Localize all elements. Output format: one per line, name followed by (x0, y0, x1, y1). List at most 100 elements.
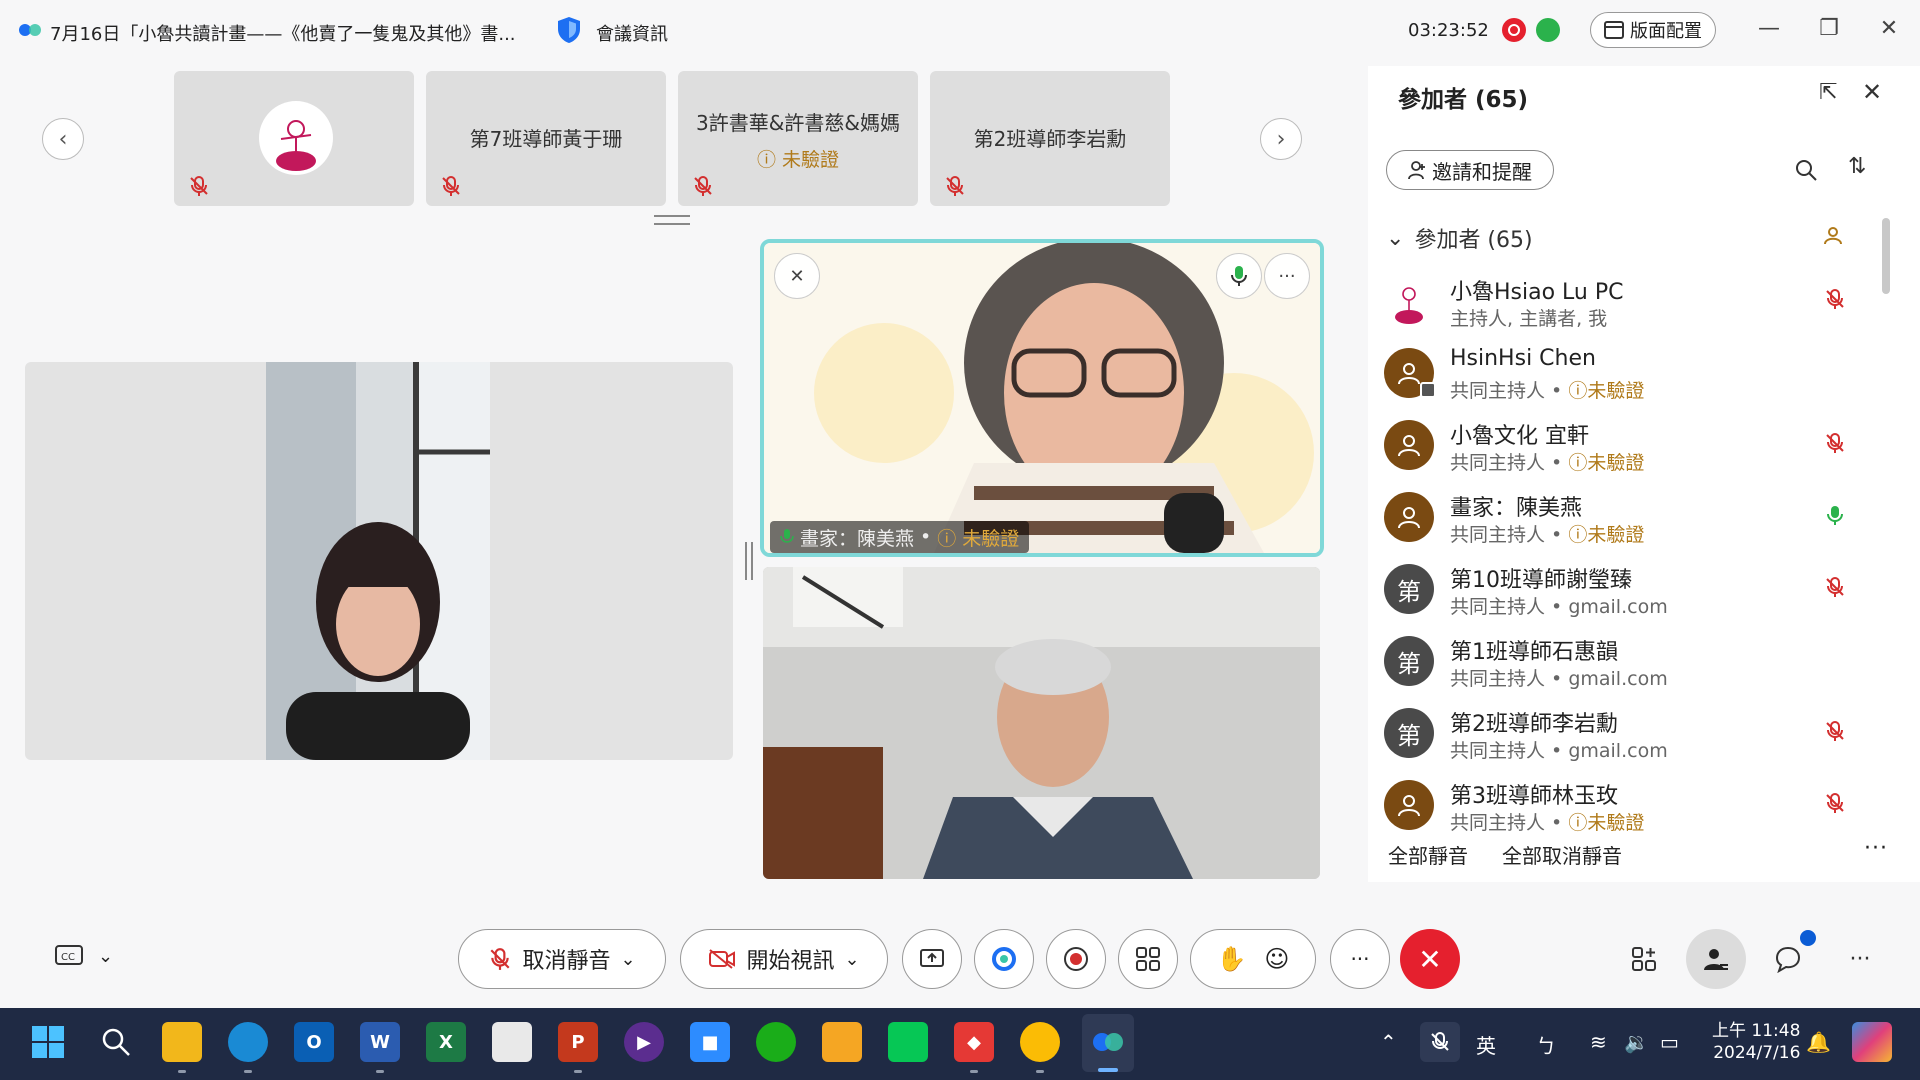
minimize-icon[interactable]: — (1754, 14, 1784, 44)
close-panel-icon[interactable]: ✕ (1862, 78, 1882, 106)
filmstrip-next-button[interactable]: › (1260, 118, 1302, 160)
popout-icon[interactable]: ⇱ (1819, 80, 1837, 105)
participant-role-label: 共同主持人 (1450, 740, 1546, 762)
restore-icon[interactable]: ❐ (1814, 14, 1844, 44)
thumb-name: 第2班導師李岩勳 (973, 127, 1127, 151)
network-signal-icon[interactable] (1536, 18, 1560, 42)
mic-muted-icon (442, 176, 460, 196)
reactions-button[interactable]: ✋ ☺ (1190, 929, 1316, 989)
ai-assistant-button[interactable] (974, 929, 1034, 989)
more-options-button[interactable]: ··· (1330, 929, 1390, 989)
ime-language[interactable]: 英 (1476, 1030, 1496, 1059)
unverified-icon: ⓘ (937, 527, 957, 550)
meeting-info-link[interactable]: 會議資訊 (596, 20, 668, 46)
snipping-tool-icon[interactable] (492, 1022, 532, 1062)
copilot-icon[interactable] (1852, 1022, 1892, 1062)
unmute-button[interactable]: 取消靜音 ⌄ (458, 929, 666, 989)
add-apps-button[interactable] (1624, 939, 1664, 979)
participants-toggle-button[interactable] (1686, 929, 1746, 989)
participant-row[interactable]: 第3班導師林玉玫 共同主持人 • ⓘ未驗證 (1368, 768, 1888, 840)
participant-name: 第1班導師石惠韻 (1450, 640, 1618, 665)
volume-icon[interactable]: 🔉 (1624, 1030, 1649, 1054)
recording-icon[interactable] (1502, 18, 1526, 42)
video-tile[interactable] (763, 567, 1320, 879)
leave-meeting-button[interactable]: ✕ (1400, 929, 1460, 989)
start-video-button[interactable]: 開始視訊 ⌄ (680, 929, 888, 989)
participant-name: 小魯文化 宜軒 (1450, 424, 1589, 449)
outlook-icon[interactable]: O (294, 1022, 334, 1062)
close-window-icon[interactable]: ✕ (1874, 14, 1904, 44)
participants-group-header[interactable]: ⌄ 參加者 (65) (1386, 222, 1533, 254)
more-icon: ··· (1278, 265, 1296, 287)
toolbar-more-button[interactable]: ··· (1840, 939, 1880, 979)
ime-mode[interactable]: ㄅ (1536, 1030, 1556, 1059)
edge-browser-icon[interactable] (228, 1022, 268, 1062)
mic-muted-icon[interactable] (1824, 288, 1846, 310)
thumb-name: 3許書華&許書慈&媽媽 (696, 111, 900, 135)
filmstrip-thumb[interactable]: 第7班導師黃于珊 (426, 71, 666, 206)
system-date: 2024/7/16 (1713, 1043, 1801, 1063)
shield-icon[interactable] (556, 15, 582, 45)
participant-row[interactable]: 小魯文化 宜軒 共同主持人 • ⓘ未驗證 (1368, 408, 1888, 480)
windows-start-icon[interactable] (28, 1022, 68, 1062)
stage-resize-handle[interactable] (745, 542, 753, 580)
filmstrip-resize-handle[interactable] (654, 215, 690, 225)
chat-button[interactable] (1768, 939, 1808, 979)
pdf-tool-icon[interactable] (822, 1022, 862, 1062)
excel-icon[interactable]: X (426, 1022, 466, 1062)
participant-row[interactable]: 第 第2班導師李岩勳 共同主持人 • gmail.com (1368, 696, 1888, 768)
panel-more-icon[interactable]: ··· (1864, 836, 1888, 861)
filmstrip-thumb[interactable]: 3許書華&許書慈&媽媽 ⓘ 未驗證 (678, 71, 918, 206)
powerpoint-icon[interactable]: P (558, 1022, 598, 1062)
word-icon[interactable]: W (360, 1022, 400, 1062)
search-icon[interactable] (1794, 158, 1818, 182)
system-clock[interactable]: 上午 11:48 2024/7/16 (1712, 1020, 1800, 1064)
mute-all-button[interactable]: 全部靜音 (1388, 840, 1468, 869)
mic-muted-icon[interactable] (1824, 576, 1846, 598)
invite-button[interactable]: 邀請和提醒 (1386, 150, 1554, 190)
mic-muted-icon (490, 948, 510, 970)
participant-row[interactable]: HsinHsi Chen 共同主持人 • ⓘ未驗證 (1368, 336, 1888, 408)
panel-title: 參加者 (65) (1398, 87, 1529, 113)
sort-icon[interactable]: ⇅ (1848, 154, 1866, 179)
layout-button[interactable]: 版面配置 (1590, 12, 1716, 48)
wechat-icon[interactable] (756, 1022, 796, 1062)
search-icon[interactable] (96, 1022, 136, 1062)
filmstrip-thumb[interactable] (174, 71, 414, 206)
active-speaker-tile[interactable]: ✕ ··· 畫家：陳美燕 • ⓘ 未驗證 (760, 239, 1324, 557)
participant-row[interactable]: 第 第1班導師石惠韻 共同主持人 • gmail.com (1368, 624, 1888, 696)
notification-bell-icon[interactable]: 🔔 (1806, 1030, 1831, 1054)
wifi-icon[interactable]: ≋ (1590, 1030, 1607, 1054)
file-explorer-icon[interactable] (162, 1022, 202, 1062)
chevron-up-icon[interactable]: ⌃ (1380, 1030, 1397, 1054)
mic-muted-icon[interactable] (1420, 1022, 1460, 1062)
chrome-icon[interactable] (1020, 1022, 1060, 1062)
media-player-icon[interactable]: ▶ (624, 1022, 664, 1062)
avatar (1384, 492, 1434, 542)
participant-row[interactable]: 第 第10班導師謝瑩臻 共同主持人 • gmail.com (1368, 552, 1888, 624)
mic-muted-icon[interactable] (1824, 720, 1846, 742)
anydesk-icon[interactable]: ◆ (954, 1022, 994, 1062)
battery-icon[interactable]: ▭ (1660, 1030, 1679, 1054)
participant-row[interactable]: 畫家：陳美燕 共同主持人 • ⓘ未驗證 (1368, 480, 1888, 552)
mic-active-icon[interactable] (1824, 504, 1846, 526)
video-tile[interactable] (25, 362, 733, 760)
apps-button[interactable] (1118, 929, 1178, 989)
line-app-icon[interactable] (888, 1022, 928, 1062)
zoom-icon[interactable]: ■ (690, 1022, 730, 1062)
webex-icon[interactable] (1088, 1022, 1128, 1062)
filmstrip-prev-button[interactable]: ‹ (42, 118, 84, 160)
share-button[interactable] (902, 929, 962, 989)
unpin-button[interactable]: ✕ (774, 253, 820, 299)
filmstrip-thumb[interactable]: 第2班導師李岩勳 (930, 71, 1170, 206)
participant-row[interactable]: 小魯Hsiao Lu PC 主持人, 主講者, 我 (1368, 264, 1888, 336)
share-screen-icon (920, 949, 944, 967)
mic-muted-icon[interactable] (1824, 792, 1846, 814)
captions-button[interactable]: CC ⌄ (54, 944, 113, 968)
mic-muted-icon[interactable] (1824, 432, 1846, 454)
record-button[interactable] (1046, 929, 1106, 989)
participant-role: 共同主持人 • ⓘ未驗證 (1450, 524, 1645, 546)
tile-more-button[interactable]: ··· (1264, 253, 1310, 299)
chevron-down-icon: ⌄ (98, 945, 114, 967)
unmute-all-button[interactable]: 全部取消靜音 (1502, 840, 1622, 869)
